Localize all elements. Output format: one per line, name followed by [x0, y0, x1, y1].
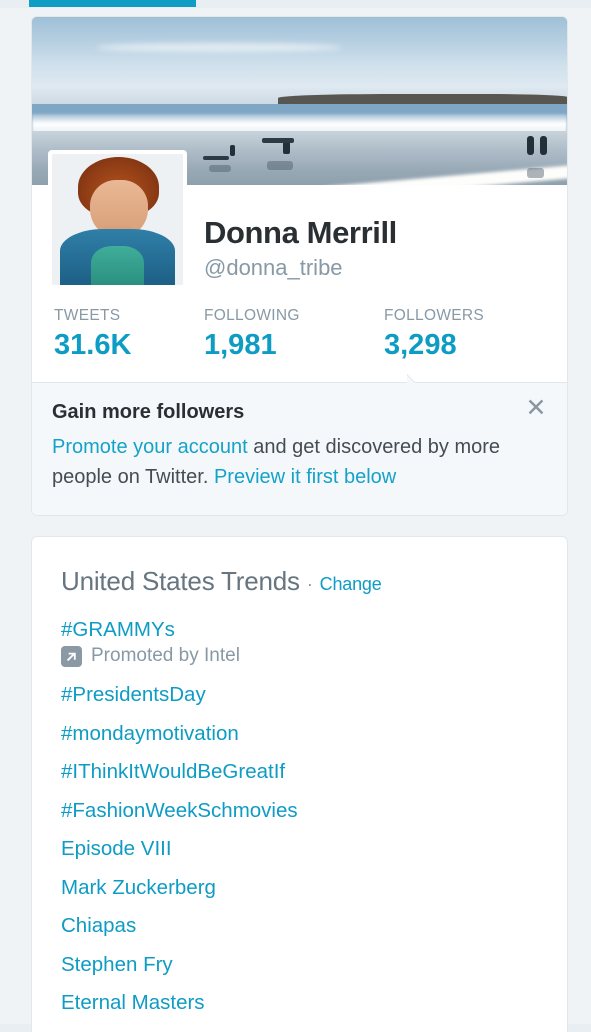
profile-handle: @donna_tribe	[204, 254, 343, 280]
banner-sky	[32, 17, 567, 105]
page-background: Donna Merrill @donna_tribe TWEETS 31.6K …	[0, 8, 591, 1032]
banner-board-a	[203, 156, 230, 161]
promo-caret	[407, 373, 427, 383]
external-link-arrow-icon	[61, 645, 82, 667]
banner-figure-walker-a	[526, 136, 534, 156]
trend-list: #GRAMMYs Promoted by Intel #PresidentsDa…	[61, 611, 567, 1023]
name-block: Donna Merrill @donna_tribe	[32, 185, 567, 281]
banner-reflection-a	[208, 164, 231, 172]
trends-card: United States Trends · Change #GRAMMYs P…	[31, 536, 568, 1032]
promote-your-account-link[interactable]: Promote your account	[52, 436, 248, 458]
trends-separator: ·	[306, 574, 313, 594]
trends-title-text: United States Trends	[61, 566, 300, 596]
stat-tweets-label: TWEETS	[54, 307, 121, 325]
trend-item-ithinkitwouldbegreatif[interactable]: #IThinkItWouldBeGreatIf	[61, 753, 567, 792]
stat-tweets-value: 31.6K	[54, 328, 132, 361]
profile-card: Donna Merrill @donna_tribe TWEETS 31.6K …	[31, 16, 568, 516]
trend-item-mondaymotivation[interactable]: #mondaymotivation	[61, 715, 567, 754]
trends-inner: United States Trends · Change #GRAMMYs P…	[32, 537, 567, 1023]
stat-followers-label: FOLLOWERS	[384, 307, 485, 325]
trend-item-chiapas[interactable]: Chiapas	[61, 907, 567, 946]
banner-figure-walker-b	[540, 136, 548, 156]
stat-followers[interactable]: FOLLOWERS 3,298	[384, 307, 534, 362]
promo-title: Gain more followers	[52, 401, 245, 423]
banner-board-b	[262, 137, 295, 143]
trend-item-presidentsday[interactable]: #PresidentsDay	[61, 676, 567, 715]
promoted-by-row: Promoted by Intel	[61, 643, 567, 677]
promo-text: Promote your account and get discovered …	[52, 432, 542, 493]
promoted-by-label: Promoted by Intel	[91, 644, 240, 666]
trend-item-grammys[interactable]: #GRAMMYs	[61, 611, 567, 643]
promote-account-banner: ✕ Gain more followers Promote your accou…	[32, 382, 567, 515]
top-accent-bar	[29, 0, 196, 7]
trend-item-fashionweekschmovies[interactable]: #FashionWeekSchmovies	[61, 792, 567, 831]
trend-item-mark-zuckerberg[interactable]: Mark Zuckerberg	[61, 869, 567, 908]
trend-item-stephen-fry[interactable]: Stephen Fry	[61, 946, 567, 985]
banner-reflection-walkers	[526, 168, 544, 179]
profile-stats: TWEETS 31.6K FOLLOWING 1,981 FOLLOWERS 3…	[32, 281, 567, 380]
stat-following-value: 1,981	[204, 328, 277, 361]
stat-following-label: FOLLOWING	[204, 307, 300, 325]
trend-item-episode-viii[interactable]: Episode VIII	[61, 830, 567, 869]
banner-reflection-b	[267, 161, 294, 171]
stat-tweets[interactable]: TWEETS 31.6K	[54, 307, 204, 362]
preview-it-first-link[interactable]: Preview it first below	[214, 466, 396, 488]
profile-full-name: Donna Merrill	[204, 215, 397, 250]
stat-following[interactable]: FOLLOWING 1,981	[204, 307, 384, 362]
stat-followers-value: 3,298	[384, 328, 457, 361]
trends-header: United States Trends · Change	[61, 566, 567, 597]
banner-figure-surfer-a	[229, 144, 235, 156]
change-trends-link[interactable]: Change	[320, 574, 382, 594]
profile-body: Donna Merrill @donna_tribe TWEETS 31.6K …	[32, 185, 567, 380]
close-icon[interactable]: ✕	[523, 395, 549, 421]
trend-item-eternal-masters[interactable]: Eternal Masters	[61, 984, 567, 1023]
